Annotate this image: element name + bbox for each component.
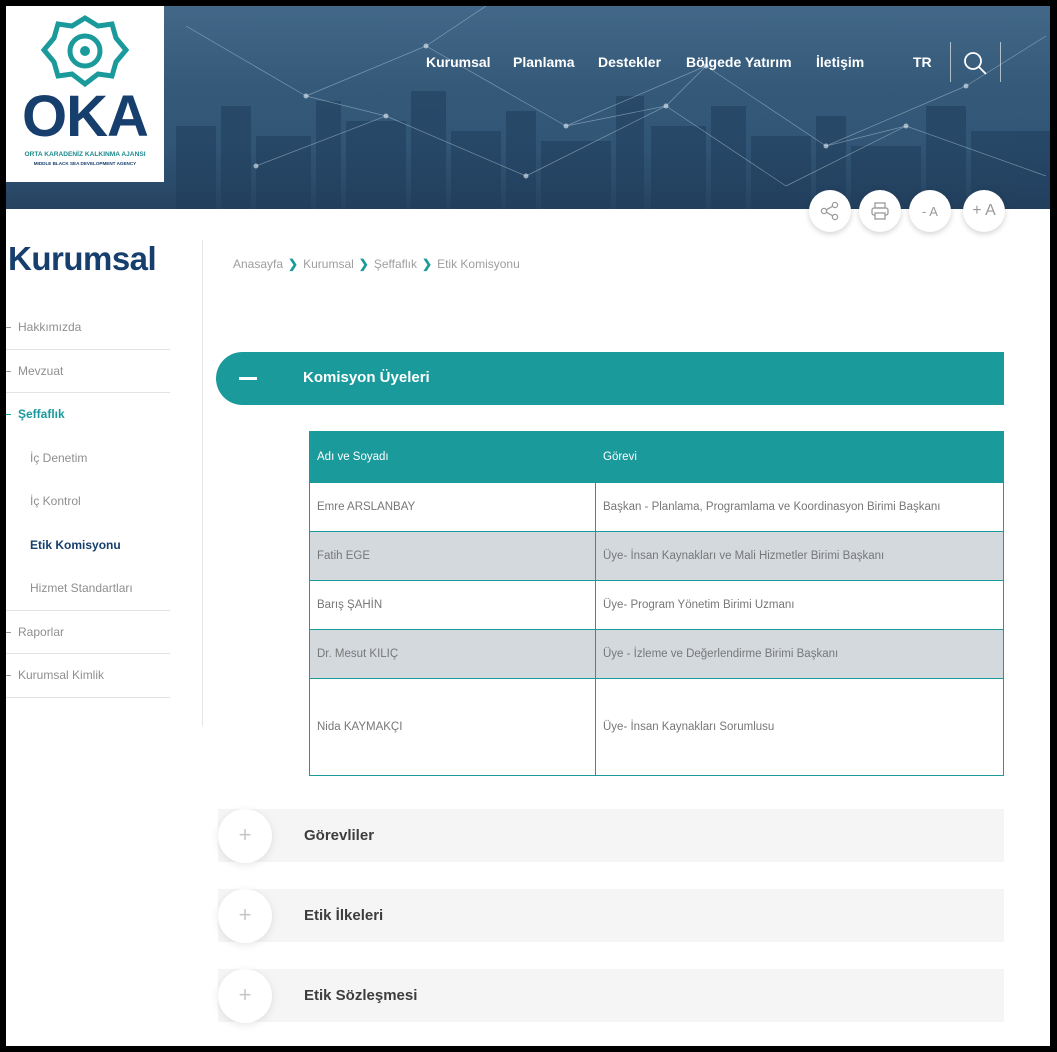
breadcrumb: Anasayfa ❯ Kurumsal ❯ Şeffaflık ❯ Etik Komisyo… (233, 256, 520, 271)
cell-role: Üye- Program Yönetim Birimi Uzmanı (595, 580, 1004, 630)
accordion-title: Görevliler (304, 827, 375, 844)
accordion-title: Etik Sözleşmesi (304, 987, 418, 1004)
language-switch[interactable]: TR (913, 54, 932, 70)
table-row: Barış ŞAHİN Üye- Program Yönetim Birimi … (309, 580, 1004, 630)
sidebar-menu: Hakkımızda Mevzuat Şeffaflık İç Denetim … (6, 306, 170, 698)
sidebar-item-label: Raporlar (18, 624, 65, 639)
print-icon (871, 202, 889, 220)
breadcrumb-item-anasayfa[interactable]: Anasayfa (233, 257, 283, 271)
breadcrumb-item-kurumsal[interactable]: Kurumsal (303, 257, 354, 271)
sidebar-item-label: İç Denetim (30, 450, 88, 465)
page: OKA ORTA KARADENİZ KALKINMA AJANSI MIDDL… (6, 6, 1050, 1046)
cell-name: Dr. Mesut KILIÇ (309, 629, 596, 679)
chevron-right-icon: ❯ (288, 256, 299, 271)
cell-role: Üye- İnsan Kaynakları Sorumlusu (595, 678, 1004, 776)
breadcrumb-item-seffaflik[interactable]: Şeffaflık (374, 257, 417, 271)
dash-icon (6, 327, 11, 328)
logo-subtitle-tr: ORTA KARADENİZ KALKINMA AJANSI (24, 151, 146, 158)
sidebar-item-label: İç Kontrol (30, 494, 81, 508)
site-header: OKA ORTA KARADENİZ KALKINMA AJANSI MIDDL… (6, 6, 1050, 209)
sidebar-divider (202, 240, 203, 726)
sidebar-item-kurumsal-kimlik[interactable]: Kurumsal Kimlik (6, 654, 170, 698)
increase-font-button[interactable]: + A (963, 190, 1005, 232)
chevron-right-icon: ❯ (358, 256, 369, 271)
cell-name: Emre ARSLANBAY (309, 482, 596, 532)
share-button[interactable] (809, 190, 851, 232)
cell-name: Barış ŞAHİN (309, 580, 596, 630)
accordion-header-komisyon-uyeleri[interactable]: Komisyon Üyeleri (216, 352, 1004, 405)
accordion-header-gorevliler[interactable]: + Görevliler (218, 809, 1004, 863)
sidebar-item-label: Hizmet Standartları (30, 581, 133, 595)
nav-item-planlama[interactable]: Planlama (513, 54, 574, 70)
decrease-font-button[interactable]: - A (909, 190, 951, 232)
sidebar-item-hakkimizda[interactable]: Hakkımızda (6, 306, 170, 350)
nav-divider (950, 42, 951, 82)
sidebar-subitem-ic-kontrol[interactable]: İç Kontrol (6, 480, 170, 524)
minus-icon (239, 377, 257, 380)
search-icon[interactable] (962, 50, 988, 76)
chevron-right-icon: ❯ (422, 256, 433, 271)
logo[interactable]: OKA ORTA KARADENİZ KALKINMA AJANSI MIDDL… (6, 6, 164, 182)
sidebar-item-seffaflik[interactable]: Şeffaflık (6, 393, 170, 437)
plus-icon: + (218, 809, 272, 863)
share-icon (820, 201, 839, 221)
sidebar-item-label: Etik Komisyonu (30, 537, 121, 552)
nav-item-kurumsal[interactable]: Kurumsal (426, 54, 491, 70)
column-header-role: Görevi (595, 431, 1004, 483)
sidebar-subitem-ic-denetim[interactable]: İç Denetim (6, 437, 170, 481)
dash-icon (6, 414, 11, 415)
accordion-header-etik-sozlesmesi[interactable]: + Etik Sözleşmesi (218, 969, 1004, 1023)
column-header-name: Adı ve Soyadı (309, 431, 596, 483)
dash-icon (6, 370, 11, 372)
table-row: Fatih EGE Üye- İnsan Kaynakları ve Mali … (309, 531, 1004, 581)
cell-name: Nida KAYMAKÇI (309, 678, 596, 776)
accordion-title: Etik İlkeleri (304, 907, 384, 924)
nav-item-iletisim[interactable]: İletişim (816, 54, 864, 70)
accordion-title: Komisyon Üyeleri (303, 369, 430, 386)
logo-emblem-icon (40, 15, 130, 88)
plus-icon: + (218, 969, 272, 1023)
logo-wordmark: OKA (22, 84, 149, 149)
table-header-row: Adı ve Soyadı Görevi (309, 431, 1004, 483)
cell-name: Fatih EGE (309, 531, 596, 581)
cell-role: Üye- İnsan Kaynakları ve Mali Hizmetler … (595, 531, 1004, 581)
plus-icon: + (218, 889, 272, 943)
sidebar-item-label: Kurumsal Kimlik (18, 668, 105, 682)
table-row: Nida KAYMAKÇI Üye- İnsan Kaynakları Soru… (309, 678, 1004, 776)
sidebar-item-label: Mevzuat (18, 363, 64, 378)
table-row: Dr. Mesut KILIÇ Üye - İzleme ve Değerlen… (309, 629, 1004, 679)
dash-icon (6, 675, 11, 676)
logo-subtitle-en: MIDDLE BLACK SEA DEVELOPMENT AGENCY (33, 161, 137, 166)
sidebar-item-raporlar[interactable]: Raporlar (6, 611, 170, 654)
sidebar-title: Kurumsal (8, 240, 157, 277)
dash-icon (6, 631, 11, 633)
sidebar-subitem-etik-komisyonu[interactable]: Etik Komisyonu (6, 524, 170, 568)
nav-divider (1000, 42, 1001, 82)
sidebar-item-label: Hakkımızda (18, 320, 82, 334)
sidebar-subitem-hizmet-standartlari[interactable]: Hizmet Standartları (6, 567, 170, 611)
nav-item-bolgede-yatirim[interactable]: Bölgede Yatırım (686, 54, 792, 70)
nav-item-destekler[interactable]: Destekler (598, 54, 661, 70)
sidebar-item-mevzuat[interactable]: Mevzuat (6, 350, 170, 393)
breadcrumb-item-etik-komisyonu: Etik Komisyonu (437, 256, 520, 271)
accordion-header-etik-ilkeleri[interactable]: + Etik İlkeleri (218, 889, 1004, 943)
cell-role: Başkan - Planlama, Programlama ve Koordi… (595, 482, 1004, 532)
table-row: Emre ARSLANBAY Başkan - Planlama, Progra… (309, 482, 1004, 532)
cell-role: Üye - İzleme ve Değerlendirme Birimi Baş… (595, 629, 1004, 679)
sidebar-item-label: Şeffaflık (18, 407, 65, 421)
members-table: Adı ve Soyadı Görevi Emre ARSLANBAY Başk… (309, 431, 1004, 776)
print-button[interactable] (859, 190, 901, 232)
